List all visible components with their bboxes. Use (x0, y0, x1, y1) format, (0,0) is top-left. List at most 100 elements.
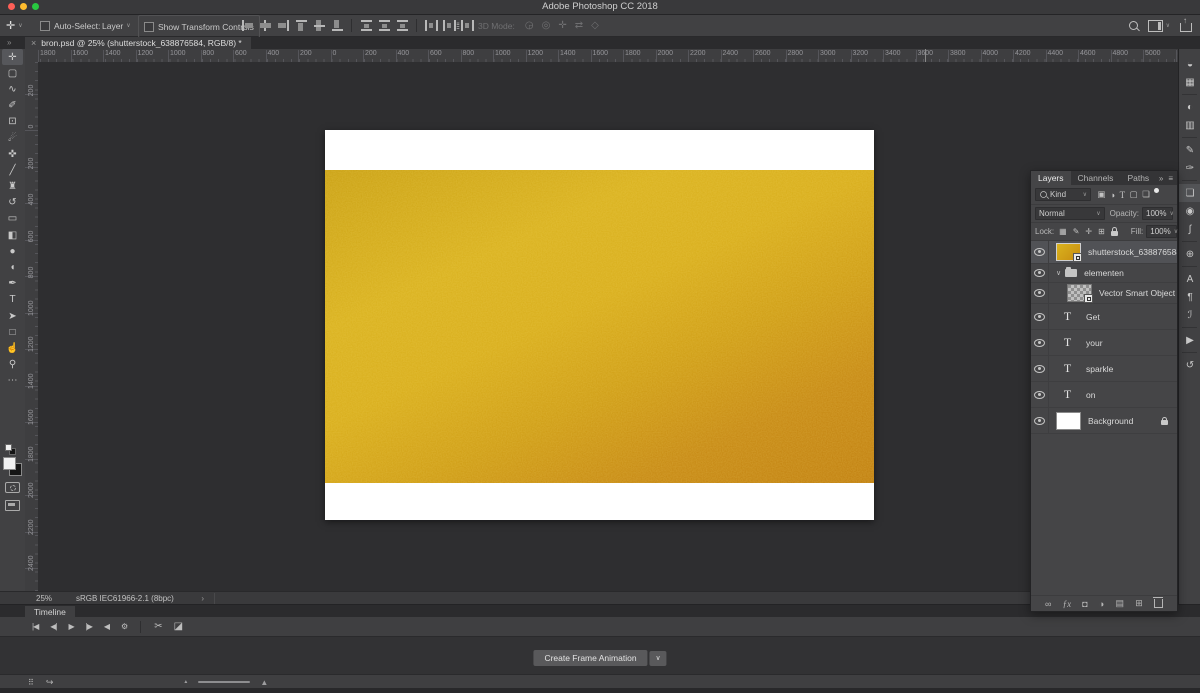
visibility-toggle[interactable] (1031, 241, 1049, 263)
blend-mode-dropdown[interactable]: Normal ∨ (1035, 207, 1105, 220)
al-top-icon[interactable] (294, 19, 309, 32)
healing-brush-tool[interactable]: ✜ (0, 146, 25, 162)
search-icon[interactable] (1129, 21, 1138, 30)
window-zoom-button[interactable] (32, 3, 39, 10)
3d-scale-icon[interactable]: ◇ (591, 20, 599, 31)
di-bottom-icon[interactable] (395, 19, 410, 32)
default-colors-icon[interactable] (5, 444, 17, 454)
panel-tab-paths[interactable]: Paths (1120, 171, 1156, 185)
workspace-switcher[interactable]: ∨ (1148, 20, 1170, 32)
show-transform-checkbox[interactable] (144, 22, 154, 32)
type-tool[interactable]: T (0, 292, 25, 308)
color-swatches[interactable] (3, 457, 22, 476)
layer-row[interactable]: Background (1031, 408, 1177, 434)
swatches-panel-icon[interactable]: ▦ (1179, 73, 1200, 91)
delete-layer-button[interactable] (1154, 599, 1163, 608)
actions-panel-icon[interactable]: ▶ (1179, 331, 1200, 349)
layer-row[interactable]: Tsparkle (1031, 356, 1177, 382)
pen-tool[interactable]: ✒ (0, 276, 25, 292)
document-canvas[interactable] (325, 130, 874, 520)
first-frame-button[interactable]: |◀ (32, 622, 38, 631)
layer-row[interactable]: Tyour (1031, 330, 1177, 356)
dodge-tool[interactable]: ◖ (0, 259, 25, 275)
eyedropper-tool[interactable]: ☄ (0, 130, 25, 146)
layer-row[interactable]: shutterstock_638876584 (1031, 241, 1177, 264)
paragraph-panel-icon[interactable]: ¶ (1179, 288, 1200, 306)
brushes-panel-icon[interactable]: ✑ (1179, 159, 1200, 177)
color-panel-icon[interactable]: ◒ (1179, 55, 1200, 73)
di-vcenter-icon[interactable] (377, 19, 392, 32)
new-group-button[interactable]: ▤ (1116, 598, 1125, 609)
filter-adjustment-layers-icon[interactable]: ◑ (1110, 190, 1115, 200)
history-panel-icon[interactable]: ↺ (1179, 356, 1200, 374)
channels-panel-icon[interactable]: ◉ (1179, 202, 1200, 220)
character-panel-icon[interactable]: A (1179, 270, 1200, 288)
share-icon[interactable] (1180, 23, 1192, 32)
transition-button[interactable]: ◪ (174, 621, 182, 632)
opacity-field[interactable]: 100% ∨ (1142, 207, 1173, 220)
quick-mask-icon[interactable] (5, 482, 20, 493)
document-tab[interactable]: × bron.psd @ 25% (shutterstock_638876584… (25, 37, 251, 49)
al-bottom-icon[interactable] (330, 19, 345, 32)
lock-position-icon[interactable]: ✛ (1085, 227, 1092, 236)
move-tool[interactable]: ✛ (2, 49, 23, 65)
window-close-button[interactable] (8, 3, 15, 10)
lock-artboards-icon[interactable]: ⊞ (1098, 227, 1105, 236)
paths-panel-icon[interactable]: ∫ (1179, 220, 1200, 238)
convert-frames-icon[interactable]: ⠿ (28, 678, 34, 687)
panel-tab-channels[interactable]: Channels (1071, 171, 1121, 185)
di-left-icon[interactable] (424, 19, 439, 32)
new-adjustment-layer-button[interactable]: ◑ (1099, 599, 1104, 609)
lock-all-icon[interactable] (1111, 231, 1118, 236)
3d-roll-icon[interactable]: ◎ (542, 20, 551, 31)
canvas-pasteboard[interactable] (38, 62, 1178, 591)
layers-panel-icon[interactable]: ❏ (1179, 184, 1200, 202)
glyphs-panel-icon[interactable]: ℐ (1179, 306, 1200, 324)
layer-style-button[interactable]: ƒx (1063, 599, 1072, 609)
3d-rotate-icon[interactable]: ◶ (525, 20, 534, 31)
auto-select-target-dropdown[interactable]: Layer ∨ (102, 15, 131, 36)
distribute-spacing-icon[interactable]: ⁞⁞ (456, 15, 459, 36)
al-left-icon[interactable] (240, 19, 255, 32)
foreground-color-swatch[interactable] (3, 457, 16, 470)
filter-pixel-layers-icon[interactable]: ▣ (1098, 189, 1106, 200)
quick-selection-tool[interactable]: ✐ (0, 98, 25, 114)
mute-audio-button[interactable]: ◀ (104, 622, 109, 631)
gradient-tool[interactable]: ◧ (0, 227, 25, 243)
auto-select-checkbox[interactable] (40, 21, 50, 31)
hand-tool[interactable]: ☝ (0, 340, 25, 356)
adjustments-panel-icon[interactable]: ◐ (1179, 98, 1200, 116)
play-button[interactable]: ▶ (68, 622, 73, 631)
clone-stamp-tool[interactable]: ♜ (0, 179, 25, 195)
lock-image-pixels-icon[interactable]: ✎ (1073, 227, 1080, 236)
visibility-toggle[interactable] (1031, 356, 1049, 381)
history-brush-tool[interactable]: ↺ (0, 195, 25, 211)
path-selection-tool[interactable]: ➤ (0, 308, 25, 324)
panel-collapse-icon[interactable]: » (1159, 174, 1163, 183)
blur-tool[interactable]: ● (0, 243, 25, 259)
visibility-toggle[interactable] (1031, 304, 1049, 329)
filter-smart-objects-icon[interactable]: ❏ (1142, 189, 1150, 200)
current-tool-indicator[interactable]: ✛ ∨ (6, 15, 23, 36)
brush-settings-panel-icon[interactable]: ✎ (1179, 141, 1200, 159)
screen-mode-icon[interactable] (5, 500, 20, 511)
next-frame-button[interactable]: |▶ (86, 622, 92, 631)
brush-tool[interactable]: ╱ (0, 162, 25, 178)
3d-slide-icon[interactable]: ⇄ (575, 20, 583, 31)
crop-tool[interactable]: ⊡ (0, 114, 25, 130)
panel-tab-layers[interactable]: Layers (1031, 171, 1071, 185)
al-vcenter-icon[interactable] (312, 19, 327, 32)
di-right-icon[interactable] (460, 19, 475, 32)
filter-type-layers-icon[interactable]: T (1120, 190, 1126, 200)
lock-transparent-pixels-icon[interactable]: ▦ (1059, 227, 1067, 236)
filter-kind-dropdown[interactable]: Kind ∨ (1035, 188, 1091, 201)
add-layer-mask-button[interactable]: ◘ (1082, 599, 1087, 609)
chevron-down-icon[interactable]: ∨ (1056, 269, 1061, 277)
layer-row[interactable]: Ton (1031, 382, 1177, 408)
filter-toggle-icon[interactable] (1154, 188, 1159, 193)
fill-field[interactable]: 100% ∨ (1146, 225, 1177, 238)
di-hcenter-icon[interactable] (442, 19, 457, 32)
visibility-toggle[interactable] (1031, 330, 1049, 355)
panel-menu-icon[interactable]: ≡ (1168, 174, 1173, 183)
di-top-icon[interactable] (359, 19, 374, 32)
